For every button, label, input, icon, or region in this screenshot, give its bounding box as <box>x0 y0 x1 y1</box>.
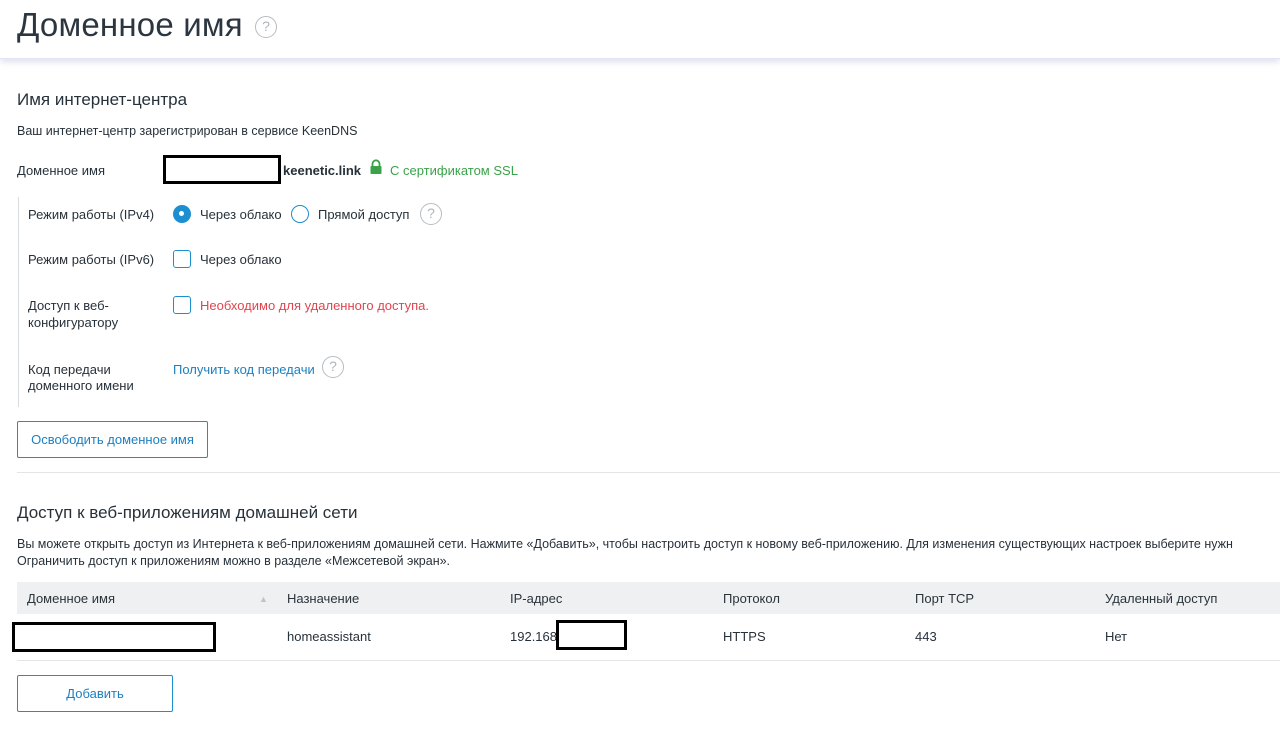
release-domain-button[interactable]: Освободить доменное имя <box>17 421 208 458</box>
web-apps-description-line1: Вы можете открыть доступ из Интернета к … <box>17 537 1233 551</box>
cell-purpose: homeassistant <box>287 629 371 644</box>
web-access-label-line1: Доступ к веб- <box>28 298 109 313</box>
column-ip-address[interactable]: IP-адрес <box>510 591 562 606</box>
ipv4-cloud-label[interactable]: Через облако <box>200 206 282 223</box>
cell-ip-address: 192.168 <box>510 629 557 644</box>
column-remote-access[interactable]: Удаленный доступ <box>1105 591 1217 606</box>
cell-tcp-port: 443 <box>915 629 937 644</box>
domain-name-label: Доменное имя <box>17 163 106 178</box>
lock-icon <box>370 159 382 174</box>
redacted-domain <box>163 155 281 184</box>
ipv4-help-icon[interactable]: ? <box>420 203 442 225</box>
web-access-checkbox[interactable] <box>173 296 191 314</box>
web-access-label-line2: конфигуратору <box>28 315 119 330</box>
column-domain-name[interactable]: Доменное имя <box>27 591 115 606</box>
redacted-app-domain <box>12 622 216 652</box>
section-divider <box>17 472 1280 473</box>
transfer-code-label-line1: Код передачи <box>28 362 111 377</box>
ipv6-mode-label: Режим работы (IPv6) <box>28 252 155 267</box>
web-access-note: Необходимо для удаленного доступа. <box>200 298 429 313</box>
help-icon[interactable]: ? <box>255 16 277 38</box>
column-tcp-port[interactable]: Порт TCP <box>915 591 974 606</box>
cell-remote-access: Нет <box>1105 629 1128 644</box>
row-divider <box>17 660 1280 661</box>
section-title-web-apps: Доступ к веб-приложениям домашней сети <box>17 503 358 522</box>
column-purpose[interactable]: Назначение <box>287 591 359 606</box>
page-header: Доменное имя ? <box>0 0 1280 59</box>
sort-asc-icon[interactable]: ▲ <box>259 594 268 604</box>
table-header <box>17 582 1280 614</box>
ipv4-direct-radio[interactable] <box>291 205 309 223</box>
ipv6-cloud-checkbox[interactable] <box>173 250 191 268</box>
ipv6-cloud-label[interactable]: Через облако <box>200 251 282 268</box>
ipv4-cloud-radio[interactable] <box>173 205 191 223</box>
cell-protocol: HTTPS <box>723 629 766 644</box>
column-protocol[interactable]: Протокол <box>723 591 780 606</box>
redacted-ip-suffix <box>556 620 627 650</box>
page-title: Доменное имя <box>17 6 243 43</box>
transfer-help-icon[interactable]: ? <box>322 356 344 378</box>
add-button[interactable]: Добавить <box>17 675 173 712</box>
transfer-code-label-line2: доменного имени <box>28 378 134 393</box>
section-title-router-name: Имя интернет-центра <box>17 90 188 109</box>
ssl-status: С сертификатом SSL <box>390 163 518 178</box>
settings-group-line <box>18 197 19 407</box>
domain-suffix: keenetic.link <box>283 163 362 178</box>
get-transfer-code-link[interactable]: Получить код передачи <box>173 361 315 378</box>
registered-text: Ваш интернет-центр зарегистрирован в сер… <box>17 124 358 138</box>
web-apps-description-line2: Ограничить доступ к приложениям можно в … <box>17 554 451 568</box>
ipv4-mode-label: Режим работы (IPv4) <box>28 207 155 222</box>
ipv4-direct-label[interactable]: Прямой доступ <box>318 206 409 223</box>
